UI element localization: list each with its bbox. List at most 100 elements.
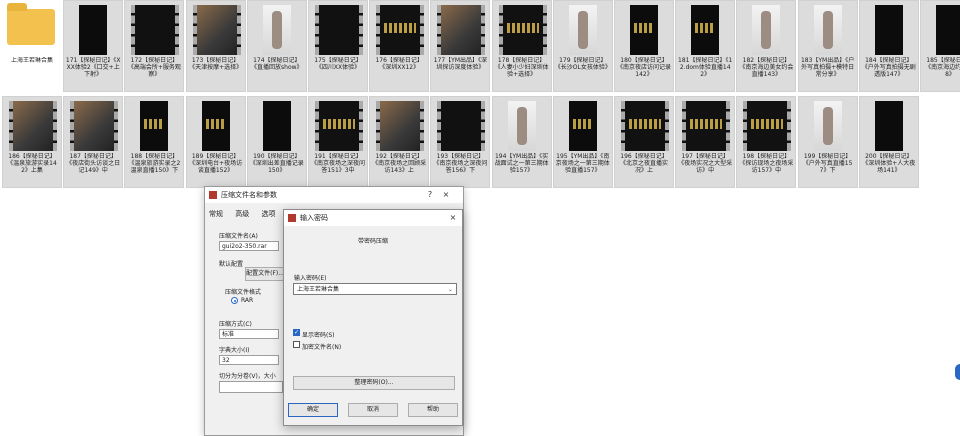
help-icon[interactable]: ? (423, 187, 437, 203)
video-thumbnail (507, 101, 536, 151)
video-file-item[interactable]: 188【探秘日记】《温泉旅游实录之2温泉直播150》下 (124, 96, 185, 188)
video-file-item[interactable]: 196【探秘日记】《北京之夜直播实况》上 (614, 96, 674, 188)
compress-dialog-titlebar: 压缩文件名和参数 ? × (205, 187, 463, 203)
video-file-item[interactable]: 179【探秘日记】《长沙OL女孩体验》 (552, 0, 613, 92)
thumbnail-scene (380, 101, 421, 151)
compress-tabs: 常规 高级 选项 (209, 209, 285, 219)
video-file-item[interactable]: 195【YM出品】《南京夜场之一第三期体验直播157》 (552, 96, 613, 188)
file-name: 186【探秘日记】《温泉旅游实录142》上集 (7, 153, 57, 174)
file-name: 192【探秘日记】《南京夜场之回顾采访143》上 (372, 153, 427, 174)
video-file-item[interactable]: 173【探秘日记】《天津按摩+选择》 (185, 0, 246, 92)
file-name: 172【探秘日记】《高端会所+服务观察》 (127, 57, 181, 78)
password-dialog-title: 输入密码 (300, 214, 328, 222)
encrypt-names-checkbox[interactable] (293, 341, 300, 348)
file-name: 175【探秘日记】《四川XX体验》 (314, 57, 362, 71)
show-password-label: 显示密码(S) (302, 332, 335, 339)
winrar-icon (288, 214, 296, 222)
method-select[interactable]: 标准 (219, 329, 279, 339)
video-file-item[interactable]: 180【探秘日记】《南京夜店访问记录142》 (614, 0, 674, 92)
file-name: 183【YM出品】《户外写真拍摄+模特日常分享》 (800, 57, 855, 78)
file-name: 180【探秘日记】《南京夜店访问记录142》 (616, 57, 671, 78)
video-thumbnail (568, 101, 597, 151)
split-input[interactable] (219, 381, 283, 393)
thumbnail-text-art (384, 23, 417, 33)
video-file-item[interactable]: 193【探秘日记】《南京夜场之深夜问答156》下 (430, 96, 491, 188)
video-thumbnail (437, 5, 486, 55)
video-thumbnail (79, 5, 108, 55)
video-thumbnail (376, 101, 425, 151)
video-thumbnail (70, 101, 119, 151)
file-name: 190【探秘日记】《深圳出差直播记录150》 (249, 153, 304, 174)
thumbnail-person (516, 107, 527, 145)
video-file-item[interactable]: 190【探秘日记】《深圳出差直播记录150》 (246, 96, 307, 188)
thumbnail-text-art (690, 119, 723, 129)
dict-select[interactable]: 32 (219, 355, 279, 365)
video-thumbnail (682, 101, 731, 151)
archive-name-input[interactable]: gui2o2-350.rar (219, 241, 279, 251)
profile-button[interactable]: 配置文件(F)... (245, 267, 285, 281)
video-file-item[interactable]: 187【探秘日记】《夜店街头访谈之日记149》中 (63, 96, 124, 188)
chevron-down-icon[interactable]: ⌄ (448, 284, 453, 296)
video-thumbnail (437, 101, 486, 151)
password-heading: 带密码压缩 (357, 238, 388, 245)
thumbnail-text-art (506, 23, 539, 33)
video-file-item[interactable]: 200【探秘日记】《深圳体验+人大夜场141》 (858, 96, 919, 188)
video-thumbnail (376, 5, 425, 55)
video-file-item[interactable]: 182【探秘日记】《南京海边美女约会直播143》 (736, 0, 797, 92)
thumbnail-text-art (323, 119, 355, 129)
video-file-item[interactable]: 176【探秘日记】《深圳XX12》 (369, 0, 430, 92)
close-icon[interactable]: × (446, 210, 460, 226)
video-file-item[interactable]: 192【探秘日记】《南京夜场之回顾采访143》上 (369, 96, 430, 188)
video-file-item[interactable]: 171【探秘日记】《XXX体验2《口交+上下射》 (63, 0, 124, 92)
thumbnail-person (822, 107, 833, 145)
video-file-item[interactable]: 194【YM出品】《实战面试之一第三期体验157》 (491, 96, 552, 188)
close-icon[interactable]: × (439, 187, 453, 203)
file-grid: 上海王若琳合集 171【探秘日记】《XXX体验2《口交+上下射》 172【探秘日记】… (0, 0, 960, 190)
video-file-item[interactable]: 181【探秘日记】《12.dom体验直播142》 (675, 0, 736, 92)
profile-label: 默认配置 (219, 261, 244, 268)
thumbnail-scene (441, 5, 482, 55)
video-file-item[interactable]: 174【探秘日记】《直播回放show》 (246, 0, 307, 92)
ok-button[interactable]: 确定 (288, 403, 338, 417)
tab-options[interactable]: 选项 (261, 210, 275, 218)
file-name: 189【探秘日记】《深圳电台+夜场访谈直播152》 (189, 153, 243, 174)
winrar-icon (209, 191, 217, 199)
tab-advanced[interactable]: 高级 (235, 210, 249, 218)
password-input[interactable]: 上海王若琳合集 ⌄ (293, 283, 457, 295)
video-file-item[interactable]: 178【探秘日记】《人妻小少妇深圳体验+选择》 (491, 0, 552, 92)
file-name: 上海王若琳合集 (10, 57, 53, 64)
encrypt-names-label: 加密文件名(N) (302, 344, 342, 351)
video-file-item[interactable]: 183【YM出品】《户外写真拍摄+模特日常分享》 (797, 0, 858, 92)
thumbnail-person (271, 11, 282, 49)
file-name: 179【探秘日记】《长沙OL女孩体验》 (554, 57, 611, 71)
video-file-item[interactable]: 175【探秘日记】《四川XX体验》 (308, 0, 368, 92)
video-thumbnail (201, 101, 230, 151)
video-file-item[interactable]: 186【探秘日记】《温泉旅游实录142》上集 (2, 96, 62, 188)
video-file-item[interactable]: 185【探秘日记】《南京海边约会148》 (920, 0, 960, 92)
cancel-button[interactable]: 取消 (348, 403, 398, 417)
rar-radio[interactable] (231, 297, 238, 304)
video-file-item[interactable]: 189【探秘日记】《深圳电台+夜场访谈直播152》 (185, 96, 246, 188)
video-thumbnail (813, 101, 842, 151)
video-file-item[interactable]: 197【探秘日记】《夜场实况之大型采访》中 (675, 96, 736, 188)
video-file-item[interactable]: 184【探秘日记】《户外写真拍摄无剧透版147》 (858, 0, 919, 92)
tab-general[interactable]: 常规 (209, 210, 223, 218)
video-file-item[interactable]: 199【探秘日记】《户外写真直播157》下 (797, 96, 858, 188)
video-thumbnail (936, 5, 960, 55)
help-button[interactable]: 帮助 (408, 403, 458, 417)
video-thumbnail (568, 5, 597, 55)
show-password-checkbox[interactable]: ✓ (293, 329, 300, 336)
thumbnail-person (577, 11, 588, 49)
video-file-item[interactable]: 191【探秘日记】《南京夜场之深夜问答151》3中 (308, 96, 368, 188)
file-name: 184【探秘日记】《户外写真拍摄无剧透版147》 (861, 57, 916, 78)
video-file-item[interactable]: 172【探秘日记】《高端会所+服务观察》 (124, 0, 185, 92)
side-scroll-indicator[interactable] (955, 364, 960, 380)
file-name: 185【探秘日记】《南京海边约会148》 (925, 57, 960, 78)
file-name: 191【探秘日记】《南京夜场之深夜问答151》3中 (310, 153, 365, 174)
video-thumbnail (813, 5, 842, 55)
organize-passwords-button[interactable]: 整理密码(O)... (293, 376, 455, 390)
video-file-item[interactable]: 177【YM出品】《深圳探访深度体验》 (430, 0, 491, 92)
folder-item[interactable]: 上海王若琳合集 (2, 0, 62, 92)
video-file-item[interactable]: 198【探秘日记】《探访现场之夜场采访157》中 (736, 96, 797, 188)
file-name: 194【YM出品】《实战面试之一第三期体验157》 (494, 153, 549, 174)
